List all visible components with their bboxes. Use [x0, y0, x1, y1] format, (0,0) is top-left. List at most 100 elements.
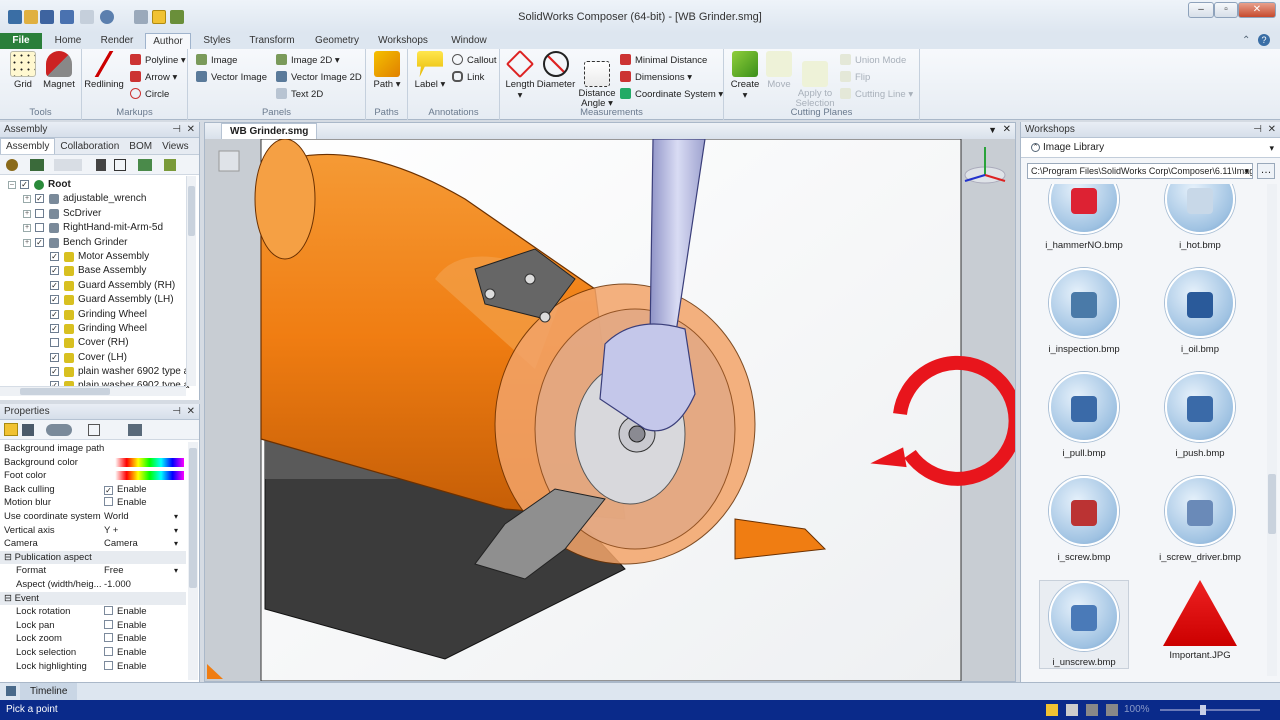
image-thumbnail[interactable]: i_hammerNO.bmp	[1039, 184, 1129, 251]
arrow-button[interactable]: Arrow ▾	[130, 70, 177, 86]
tree-node[interactable]: ✓ Base Assembly	[0, 264, 186, 278]
tree-expander[interactable]: –	[8, 181, 16, 189]
property-row[interactable]: Format Free ▾	[0, 564, 186, 578]
sort-icon[interactable]	[96, 159, 106, 171]
file-tab[interactable]: File	[0, 33, 42, 49]
status-tool2-icon[interactable]	[1066, 704, 1078, 716]
viewport[interactable]: WB Grinder.smg ▼ ✕	[204, 122, 1016, 682]
visibility-checkbox[interactable]: ✓	[35, 237, 44, 247]
image-button[interactable]: Image	[196, 53, 237, 69]
workshops-close-icon[interactable]: ✕	[1268, 122, 1276, 138]
status-tool-icon[interactable]	[1046, 704, 1058, 716]
properties-scrollbar[interactable]	[188, 442, 198, 680]
property-checkbox[interactable]	[104, 606, 113, 616]
help-icon[interactable]: ?	[1258, 34, 1270, 46]
apply-to-selection-button[interactable]: Apply to Selection	[794, 51, 836, 109]
visibility-checkbox[interactable]: ✓	[50, 309, 59, 319]
tree-node[interactable]: ✓ Guard Assembly (RH)	[0, 279, 186, 293]
link-button[interactable]: Link	[452, 70, 484, 86]
flip-button[interactable]: Flip	[840, 70, 870, 86]
visibility-checkbox[interactable]: ✓	[35, 194, 44, 204]
property-row[interactable]: Lock highlighting Enable	[0, 660, 186, 674]
collapse-icon[interactable]: ⌃	[1031, 143, 1040, 152]
tree-expander[interactable]: +	[23, 209, 31, 218]
filter-icon[interactable]	[138, 159, 152, 171]
cutting-line-button[interactable]: Cutting Line ▾	[840, 87, 913, 103]
length-button[interactable]: Length ▾	[502, 49, 538, 101]
columns-icon[interactable]	[114, 159, 126, 171]
image-thumbnail[interactable]: i_unscrew.bmp	[1039, 580, 1129, 669]
property-row[interactable]: Use coordinate system World ▾	[0, 510, 186, 524]
document-dropdown-icon[interactable]: ▼	[988, 125, 997, 135]
image-library-header[interactable]: ⌃ Image Library ▾	[1021, 138, 1280, 158]
visibility-checkbox[interactable]	[35, 223, 44, 233]
visibility-checkbox[interactable]: ✓	[50, 266, 59, 276]
tree-expander[interactable]: +	[23, 238, 31, 247]
tree-node[interactable]: ✓ Grinding Wheel	[0, 322, 186, 336]
tab-window[interactable]: Window	[444, 33, 494, 49]
tree-node[interactable]: Cover (RH)	[0, 336, 186, 350]
path-button[interactable]: Path ▾	[370, 51, 404, 90]
document-close-icon[interactable]: ✕	[1003, 124, 1011, 135]
reset-icon[interactable]	[46, 424, 72, 436]
tree-node[interactable]: ✓ Cover (LH)	[0, 351, 186, 365]
subtab-views[interactable]: Views	[157, 139, 194, 154]
callout-button[interactable]: Callout	[452, 53, 497, 69]
timeline-tab[interactable]: Timeline	[20, 683, 78, 700]
zoom-slider[interactable]	[1160, 709, 1260, 711]
property-row[interactable]: Aspect (width/heig... -1.000	[0, 578, 186, 592]
tree-node[interactable]: + ✓ adjustable_wrench	[0, 192, 186, 206]
tree-node[interactable]: + ScDriver	[0, 207, 186, 221]
collapse-ribbon-icon[interactable]: ⌃	[1242, 35, 1250, 46]
tree-node[interactable]: + RightHand-mit-Arm-5d	[0, 221, 186, 235]
image-thumbnail[interactable]: i_screw_driver.bmp	[1155, 476, 1245, 563]
property-row[interactable]: Vertical axis Y + ▾	[0, 524, 186, 538]
property-checkbox[interactable]: ✓	[104, 485, 113, 495]
image-thumbnail[interactable]: i_screw.bmp	[1039, 476, 1129, 563]
close-button[interactable]: ✕	[1238, 2, 1276, 18]
zoom-slider-thumb[interactable]	[1200, 705, 1206, 715]
image-thumbnail[interactable]: Important.JPG	[1155, 580, 1245, 661]
pin-icon[interactable]: ⊣	[172, 122, 181, 138]
tab-workshops[interactable]: Workshops	[373, 33, 433, 49]
visibility-checkbox[interactable]: ✓	[50, 352, 59, 362]
properties-tool-icon[interactable]	[128, 424, 142, 436]
minimal-distance-button[interactable]: Minimal Distance	[620, 53, 707, 69]
property-row[interactable]: Back culling ✓ Enable	[0, 483, 186, 497]
property-dropdown-icon[interactable]: ▾	[174, 564, 178, 577]
tab-author[interactable]: Author	[145, 33, 191, 49]
maximize-button[interactable]: ▫	[1214, 2, 1238, 18]
distance-angle-button[interactable]: Distance Angle ▾	[576, 51, 618, 109]
tab-home[interactable]: Home	[48, 33, 88, 49]
document-tab[interactable]: WB Grinder.smg	[221, 123, 318, 139]
property-row[interactable]: Lock selection Enable	[0, 646, 186, 660]
tree-node[interactable]: ✓ Grinding Wheel	[0, 308, 186, 322]
tab-transform[interactable]: Transform	[244, 33, 300, 49]
image-thumbnail[interactable]: i_pull.bmp	[1039, 372, 1129, 459]
minimize-button[interactable]: –	[1188, 2, 1214, 18]
property-row[interactable]: Lock zoom Enable	[0, 632, 186, 646]
property-row[interactable]: Lock rotation Enable	[0, 605, 186, 619]
library-path-input[interactable]: C:\Program Files\SolidWorks Corp\Compose…	[1027, 163, 1253, 179]
tree-icon[interactable]	[30, 159, 44, 171]
tab-styles[interactable]: Styles	[198, 33, 236, 49]
property-checkbox[interactable]	[104, 647, 113, 656]
image-thumbnail[interactable]: i_hot.bmp	[1155, 184, 1245, 251]
categorized-icon[interactable]	[4, 423, 18, 436]
property-section[interactable]: ⊟ Publication aspect	[0, 550, 186, 565]
subtab-assembly[interactable]: Assembly	[0, 138, 56, 154]
tree-node[interactable]: ✓ Guard Assembly (LH)	[0, 293, 186, 307]
visibility-checkbox[interactable]: ✓	[50, 367, 59, 377]
circle-button[interactable]: Circle	[130, 87, 169, 103]
tree-node[interactable]: – ✓ Root	[0, 178, 186, 192]
scene-3d[interactable]	[205, 139, 1015, 681]
property-row[interactable]: Background color	[0, 456, 186, 470]
property-checkbox[interactable]	[104, 660, 113, 670]
property-section[interactable]: ⊟ Event	[0, 591, 186, 606]
alphabetical-icon[interactable]	[22, 424, 34, 436]
vector-image-button[interactable]: Vector Image	[196, 70, 267, 86]
visibility-checkbox[interactable]: ✓	[50, 295, 59, 305]
property-dropdown-icon[interactable]: ▾	[174, 510, 178, 523]
tree-expander[interactable]: +	[23, 224, 31, 233]
library-dropdown-icon[interactable]: ▾	[1269, 138, 1274, 158]
